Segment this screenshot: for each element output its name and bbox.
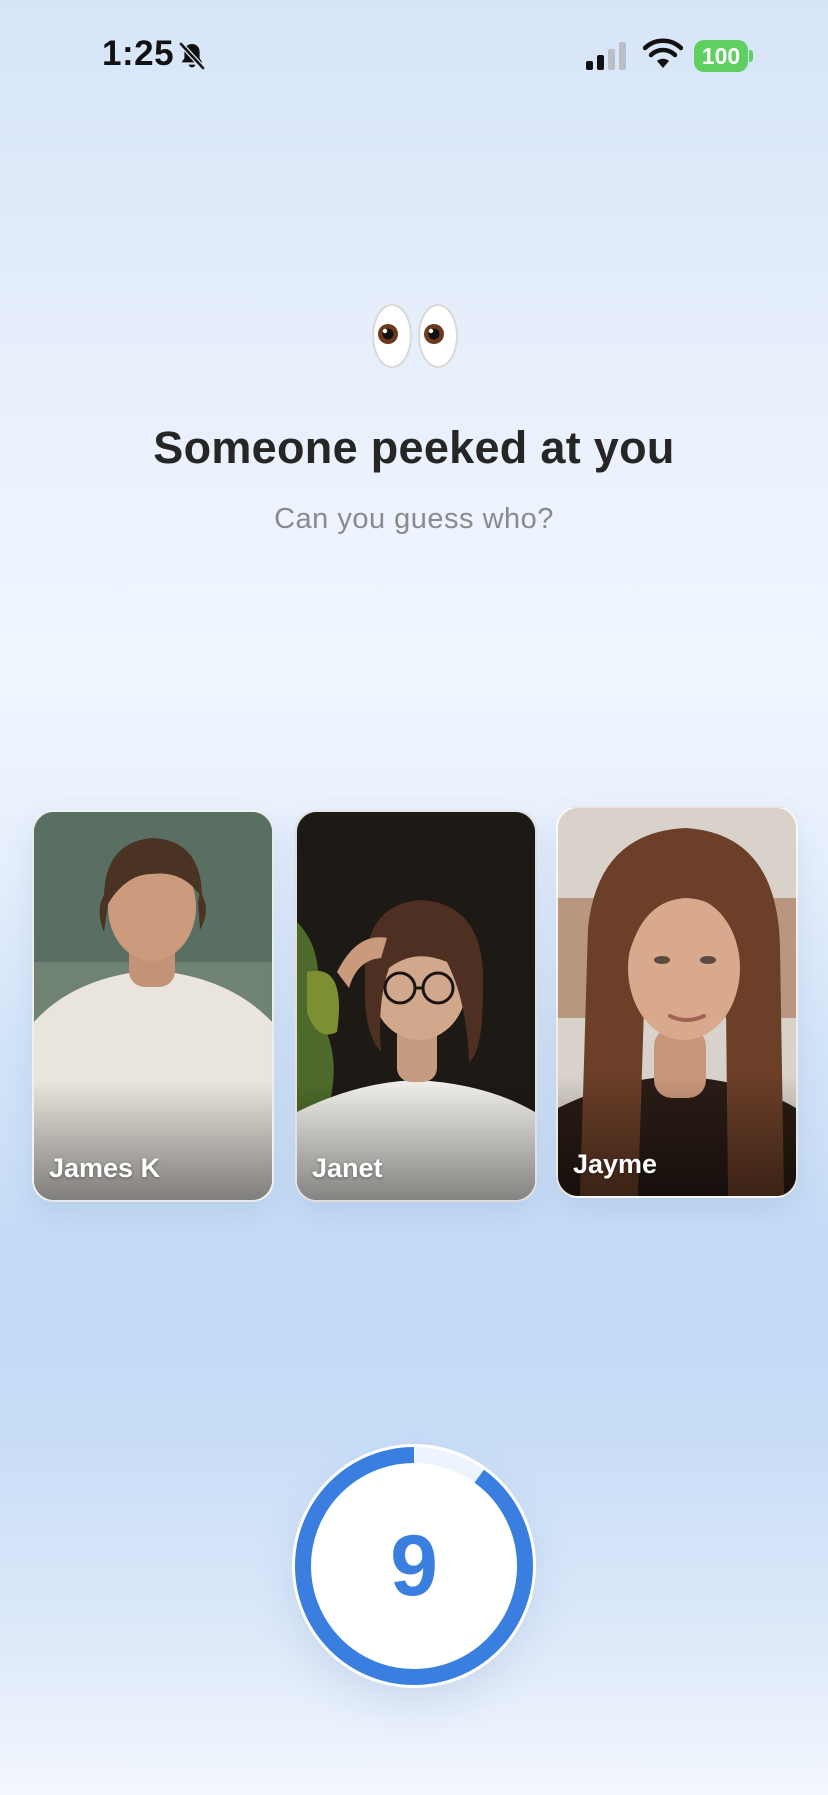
battery-icon: 100 [694, 40, 753, 72]
profile-card-janet[interactable]: Janet [295, 810, 537, 1202]
status-time: 1:25 [102, 34, 175, 73]
profile-card-jayme[interactable]: Jayme [556, 806, 798, 1198]
cellular-signal-icon [586, 42, 626, 70]
bell-slash-icon [179, 42, 205, 70]
battery-level: 100 [701, 43, 741, 69]
card-name: Janet [312, 1153, 383, 1183]
wifi-icon [643, 38, 683, 68]
eyes-icon [372, 304, 458, 368]
countdown-timer: 9 [292, 1444, 536, 1688]
status-bar: 1:25 100 [0, 0, 828, 110]
timer-value: 9 [390, 1518, 438, 1614]
card-name: Jayme [573, 1149, 658, 1179]
page-subtitle: Can you guess who? [274, 503, 554, 535]
profile-card-james[interactable]: James K [32, 810, 274, 1202]
page-title: Someone peeked at you [153, 422, 675, 473]
card-name: James K [49, 1153, 161, 1183]
